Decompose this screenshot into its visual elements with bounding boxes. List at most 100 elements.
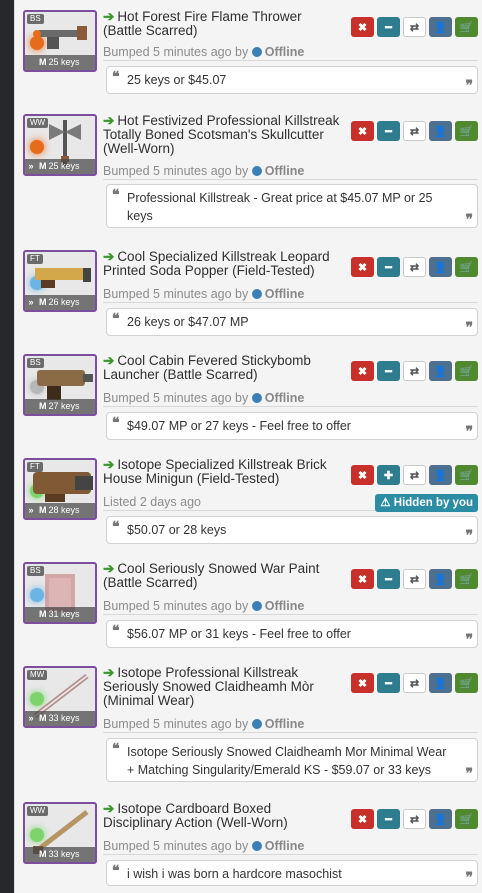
item-title[interactable]: ➔ Cool Cabin Fevered Stickybomb Launcher … (103, 354, 341, 384)
refresh-button[interactable]: ⇄ (403, 121, 426, 141)
listings-panel: BS M 25 keys ➔ Hot Forest Fire Flame Thrower… (14, 0, 482, 893)
item-thumbnail[interactable]: MW» M 33 keys (23, 666, 97, 728)
killstreak-icon: » (28, 297, 34, 307)
plus-button[interactable]: ✚ (377, 465, 400, 485)
quote-open-icon: ❝ (112, 741, 120, 757)
price-label: 26 keys (48, 297, 80, 307)
refresh-button[interactable]: ⇄ (403, 465, 426, 485)
item-title-text[interactable]: Isotope Cardboard Boxed Disciplinary Act… (103, 801, 288, 830)
user-status-link[interactable]: Offline (265, 164, 305, 178)
cart-button[interactable]: 🛒 (455, 257, 478, 277)
cart-button[interactable]: 🛒 (455, 17, 478, 37)
listing-status: Bumped 5 minutes ago by Offline (103, 390, 478, 407)
listing-message: ❝ $49.07 MP or 27 keys - Feel free to off… (106, 412, 478, 440)
message-text: $56.07 MP or 31 keys - Feel free to offe… (127, 627, 351, 641)
minus-button[interactable]: ━ (377, 121, 400, 141)
add-user-button[interactable]: 👤 (429, 673, 452, 693)
quote-open-icon: ❝ (112, 623, 120, 639)
cart-button[interactable]: 🛒 (455, 361, 478, 381)
item-title[interactable]: ➔ Cool Seriously Snowed War Paint (Battle… (103, 562, 341, 592)
globe-icon (251, 166, 262, 176)
close-icon: ✖ (357, 813, 368, 826)
cart-button[interactable]: 🛒 (455, 673, 478, 693)
listing-item: BS M 25 keys ➔ Hot Forest Fire Flame Thrower… (23, 10, 478, 94)
refresh-button[interactable]: ⇄ (403, 257, 426, 277)
refresh-icon: ⇄ (409, 261, 420, 274)
item-title-text[interactable]: Isotope Professional Killstreak Seriousl… (103, 665, 314, 708)
refresh-button[interactable]: ⇄ (403, 673, 426, 693)
killstreak-icon: » (28, 161, 34, 171)
cart-button[interactable]: 🛒 (455, 465, 478, 485)
item-title[interactable]: ➔ Hot Festivized Professional Killstreak … (103, 114, 341, 158)
item-thumbnail[interactable]: FT» M 26 keys (23, 250, 97, 312)
add-user-button[interactable]: 👤 (429, 257, 452, 277)
item-title-text[interactable]: Cool Cabin Fevered Stickybomb Launcher (… (103, 353, 311, 382)
price-strip: M 33 keys (25, 847, 95, 862)
item-title-text[interactable]: Cool Specialized Killstreak Leopard Prin… (103, 249, 330, 278)
item-thumbnail[interactable]: BS M 31 keys (23, 562, 97, 624)
refresh-icon: ⇄ (409, 813, 420, 826)
cart-button[interactable]: 🛒 (455, 569, 478, 589)
item-title-text[interactable]: Hot Festivized Professional Killstreak T… (103, 113, 339, 156)
item-thumbnail[interactable]: WW M 33 keys (23, 802, 97, 864)
listing-item: FT» M 26 keys ➔ Cool Specialized Killstreak … (23, 250, 478, 336)
minus-button[interactable]: ━ (377, 17, 400, 37)
cart-button[interactable]: 🛒 (455, 121, 478, 141)
close-button[interactable]: ✖ (351, 361, 374, 381)
close-button[interactable]: ✖ (351, 569, 374, 589)
plus-icon: ✚ (383, 469, 394, 482)
close-button[interactable]: ✖ (351, 121, 374, 141)
item-thumbnail[interactable]: FT» M 28 keys (23, 458, 97, 520)
refresh-icon: ⇄ (409, 21, 420, 34)
refresh-button[interactable]: ⇄ (403, 17, 426, 37)
listing-status: Bumped 5 minutes ago by Offline (103, 716, 478, 733)
close-button[interactable]: ✖ (351, 465, 374, 485)
item-title-text[interactable]: Hot Forest Fire Flame Thrower (Battle Sc… (103, 9, 302, 38)
arrow-right-icon: ➔ (103, 665, 115, 680)
close-button[interactable]: ✖ (351, 673, 374, 693)
item-title[interactable]: ➔ Isotope Cardboard Boxed Disciplinary Ac… (103, 802, 341, 832)
listing-actions: ✖ ━ ⇄ 👤 🛒 (351, 17, 478, 37)
close-button[interactable]: ✖ (351, 17, 374, 37)
add-user-button[interactable]: 👤 (429, 809, 452, 829)
minus-icon: ━ (385, 125, 392, 138)
item-thumbnail[interactable]: BS M 27 keys (23, 354, 97, 416)
close-button[interactable]: ✖ (351, 257, 374, 277)
cart-button[interactable]: 🛒 (455, 809, 478, 829)
add-user-button[interactable]: 👤 (429, 465, 452, 485)
add-user-button[interactable]: 👤 (429, 121, 452, 141)
add-user-button[interactable]: 👤 (429, 361, 452, 381)
arrow-right-icon: ➔ (103, 457, 115, 472)
item-title[interactable]: ➔ Hot Forest Fire Flame Thrower (Battle S… (103, 10, 341, 40)
user-status-link[interactable]: Offline (265, 391, 305, 405)
refresh-button[interactable]: ⇄ (403, 569, 426, 589)
item-title[interactable]: ➔ Isotope Professional Killstreak Serious… (103, 666, 341, 710)
item-title-text[interactable]: Cool Seriously Snowed War Paint (Battle … (103, 561, 319, 590)
add-user-icon: 👤 (433, 573, 448, 586)
item-title-text[interactable]: Isotope Specialized Killstreak Brick Hou… (103, 457, 327, 486)
item-title[interactable]: ➔ Cool Specialized Killstreak Leopard Pri… (103, 250, 341, 280)
refresh-button[interactable]: ⇄ (403, 361, 426, 381)
minus-button[interactable]: ━ (377, 361, 400, 381)
minus-button[interactable]: ━ (377, 257, 400, 277)
item-thumbnail[interactable]: WW» M 25 keys (23, 114, 97, 176)
user-status-link[interactable]: Offline (265, 717, 305, 731)
close-button[interactable]: ✖ (351, 809, 374, 829)
minus-button[interactable]: ━ (377, 569, 400, 589)
refresh-icon: ⇄ (409, 677, 420, 690)
minus-button[interactable]: ━ (377, 809, 400, 829)
minus-icon: ━ (385, 21, 392, 34)
user-status-link[interactable]: Offline (265, 287, 305, 301)
item-title[interactable]: ➔ Isotope Specialized Killstreak Brick Ho… (103, 458, 341, 488)
price-label: 25 keys (48, 161, 80, 171)
user-status-link[interactable]: Offline (265, 599, 305, 613)
minus-button[interactable]: ━ (377, 673, 400, 693)
user-status-link[interactable]: Offline (265, 839, 305, 853)
user-status-link[interactable]: Offline (265, 45, 305, 59)
add-user-button[interactable]: 👤 (429, 569, 452, 589)
message-text: $50.07 or 28 keys (127, 523, 227, 537)
listing-message: ❝ 25 keys or $45.07 ❞ (106, 66, 478, 94)
item-thumbnail[interactable]: BS M 25 keys (23, 10, 97, 72)
add-user-button[interactable]: 👤 (429, 17, 452, 37)
refresh-button[interactable]: ⇄ (403, 809, 426, 829)
